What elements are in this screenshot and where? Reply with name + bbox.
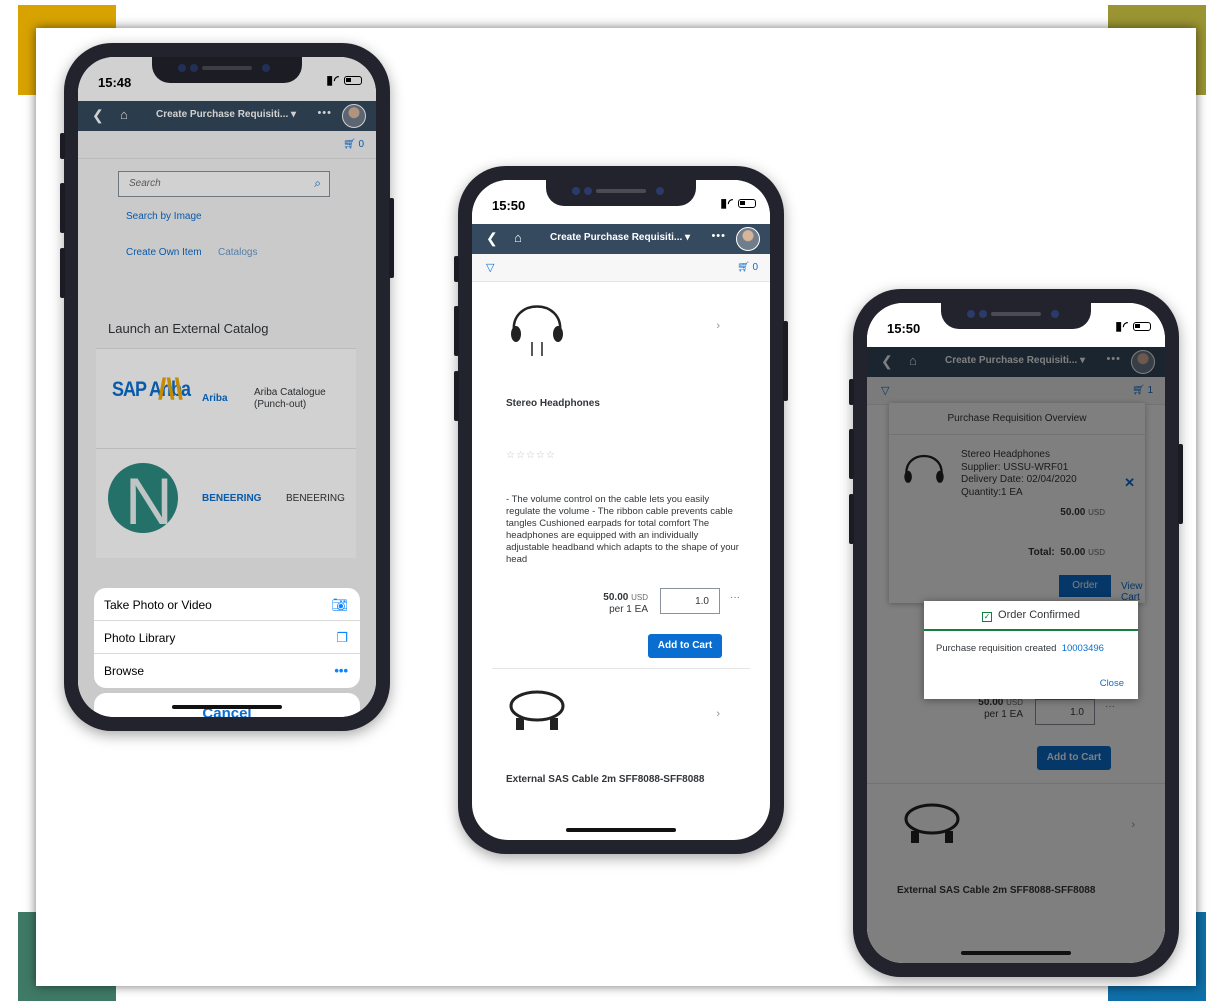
signal-wifi-battery-icon: ▮◜ [720,196,756,210]
phone-side-button [60,133,65,159]
take-photo-option[interactable]: Take Photo or Video 📷︎ [94,588,360,621]
phone-catalog-screen: 15:48 ▮◜ ❮ ⌂ Create Purchase Requisiti..… [60,43,394,731]
phone-screen: 15:48 ▮◜ ❮ ⌂ Create Purchase Requisiti..… [78,57,376,717]
phone-screen: 15:50 ▮◜ ❮ ⌂ Create Purchase Requisiti..… [867,303,1165,963]
success-check-icon: ✓ [982,612,993,622]
notch [546,180,696,206]
status-bar: 15:50 ▮◜ [472,180,770,224]
dialog-message: Purchase requisition created 10003496 [936,643,1104,654]
clock: 15:50 [887,321,921,336]
add-to-cart-button[interactable]: Add to Cart [648,634,722,658]
quantity-input[interactable]: 1.0 [660,588,720,614]
toolbar: ▽ 🛒︎ 0 [472,254,770,282]
sensor-icon [584,187,592,195]
phone-side-button [849,379,854,405]
sensor-icon [656,187,664,195]
more-icon[interactable]: ••• [711,230,726,242]
more-icon: ••• [334,663,348,678]
cart-icon: 🛒︎ [736,262,750,273]
rating-stars: ☆☆☆☆☆ [506,450,556,461]
phone-side-button [60,183,65,233]
signal-wifi-battery-icon: ▮◜ [1115,319,1151,333]
app-title[interactable]: Create Purchase Requisiti... ▾ [550,232,690,243]
speaker-icon [596,189,646,193]
phone-side-button [849,494,854,544]
speaker-icon [991,312,1041,316]
phone-side-button [1178,444,1183,524]
photo-library-icon: ❐ [336,630,348,645]
cart-button[interactable]: 🛒︎ 0 [737,262,758,273]
camera-icon [572,187,580,195]
dialog-header: ✓ Order Confirmed [924,601,1138,631]
notch [941,303,1091,329]
status-bar: 15:50 ▮◜ [867,303,1165,347]
camera-icon [967,310,975,318]
requisition-number-link[interactable]: 10003496 [1062,643,1104,654]
chevron-right-icon[interactable]: › [716,708,720,720]
clock: 15:50 [492,198,526,213]
product-title[interactable]: Stereo Headphones [506,398,600,409]
sensor-icon [1051,310,1059,318]
headphones-image[interactable] [504,292,570,358]
filter-icon[interactable]: ▽ [486,261,494,274]
photo-library-option[interactable]: Photo Library ❐ [94,621,360,654]
back-icon[interactable]: ❮ [486,230,498,247]
divider [492,668,750,669]
phone-screen: 15:50 ▮◜ ❮ ⌂ Create Purchase Requisiti..… [472,180,770,840]
chevron-right-icon[interactable]: › [716,320,720,332]
shell-bar: ❮ ⌂ Create Purchase Requisiti... ▾ ••• [472,224,770,254]
avatar[interactable] [736,227,760,251]
phone-side-button [389,198,394,278]
phone-side-button [454,371,459,421]
phone-confirmation-screen: 15:50 ▮◜ ❮ ⌂ Create Purchase Requisiti..… [849,289,1183,977]
phone-side-button [60,248,65,298]
action-sheet: Take Photo or Video 📷︎ Photo Library ❐ Bro… [94,588,360,688]
product-title[interactable]: External SAS Cable 2m SFF8088-SFF8088 [506,774,704,785]
close-button[interactable]: Close [1100,678,1124,689]
home-indicator [961,951,1071,955]
camera-icon: 📷︎ [331,597,348,612]
product-price: 50.00 USDper 1 EA [603,592,648,615]
sensor-icon [979,310,987,318]
phone-side-button [849,429,854,479]
home-indicator [172,705,282,709]
more-icon[interactable]: ··· [730,592,740,603]
dialog-title: Order Confirmed [998,609,1080,621]
phone-side-button [454,256,459,282]
browse-option[interactable]: Browse ••• [94,654,360,687]
product-list: › Stereo Headphones ☆☆☆☆☆ - The volume c… [492,282,750,790]
home-indicator [566,828,676,832]
phone-product-screen: 15:50 ▮◜ ❮ ⌂ Create Purchase Requisiti..… [454,166,788,854]
home-icon[interactable]: ⌂ [514,230,522,245]
order-confirmed-dialog: ✓ Order Confirmed Purchase requisition cr… [924,601,1138,699]
sas-cable-image[interactable] [506,684,568,734]
phone-side-button [783,321,788,401]
phone-side-button [454,306,459,356]
product-description: - The volume control on the cable lets y… [506,494,739,565]
